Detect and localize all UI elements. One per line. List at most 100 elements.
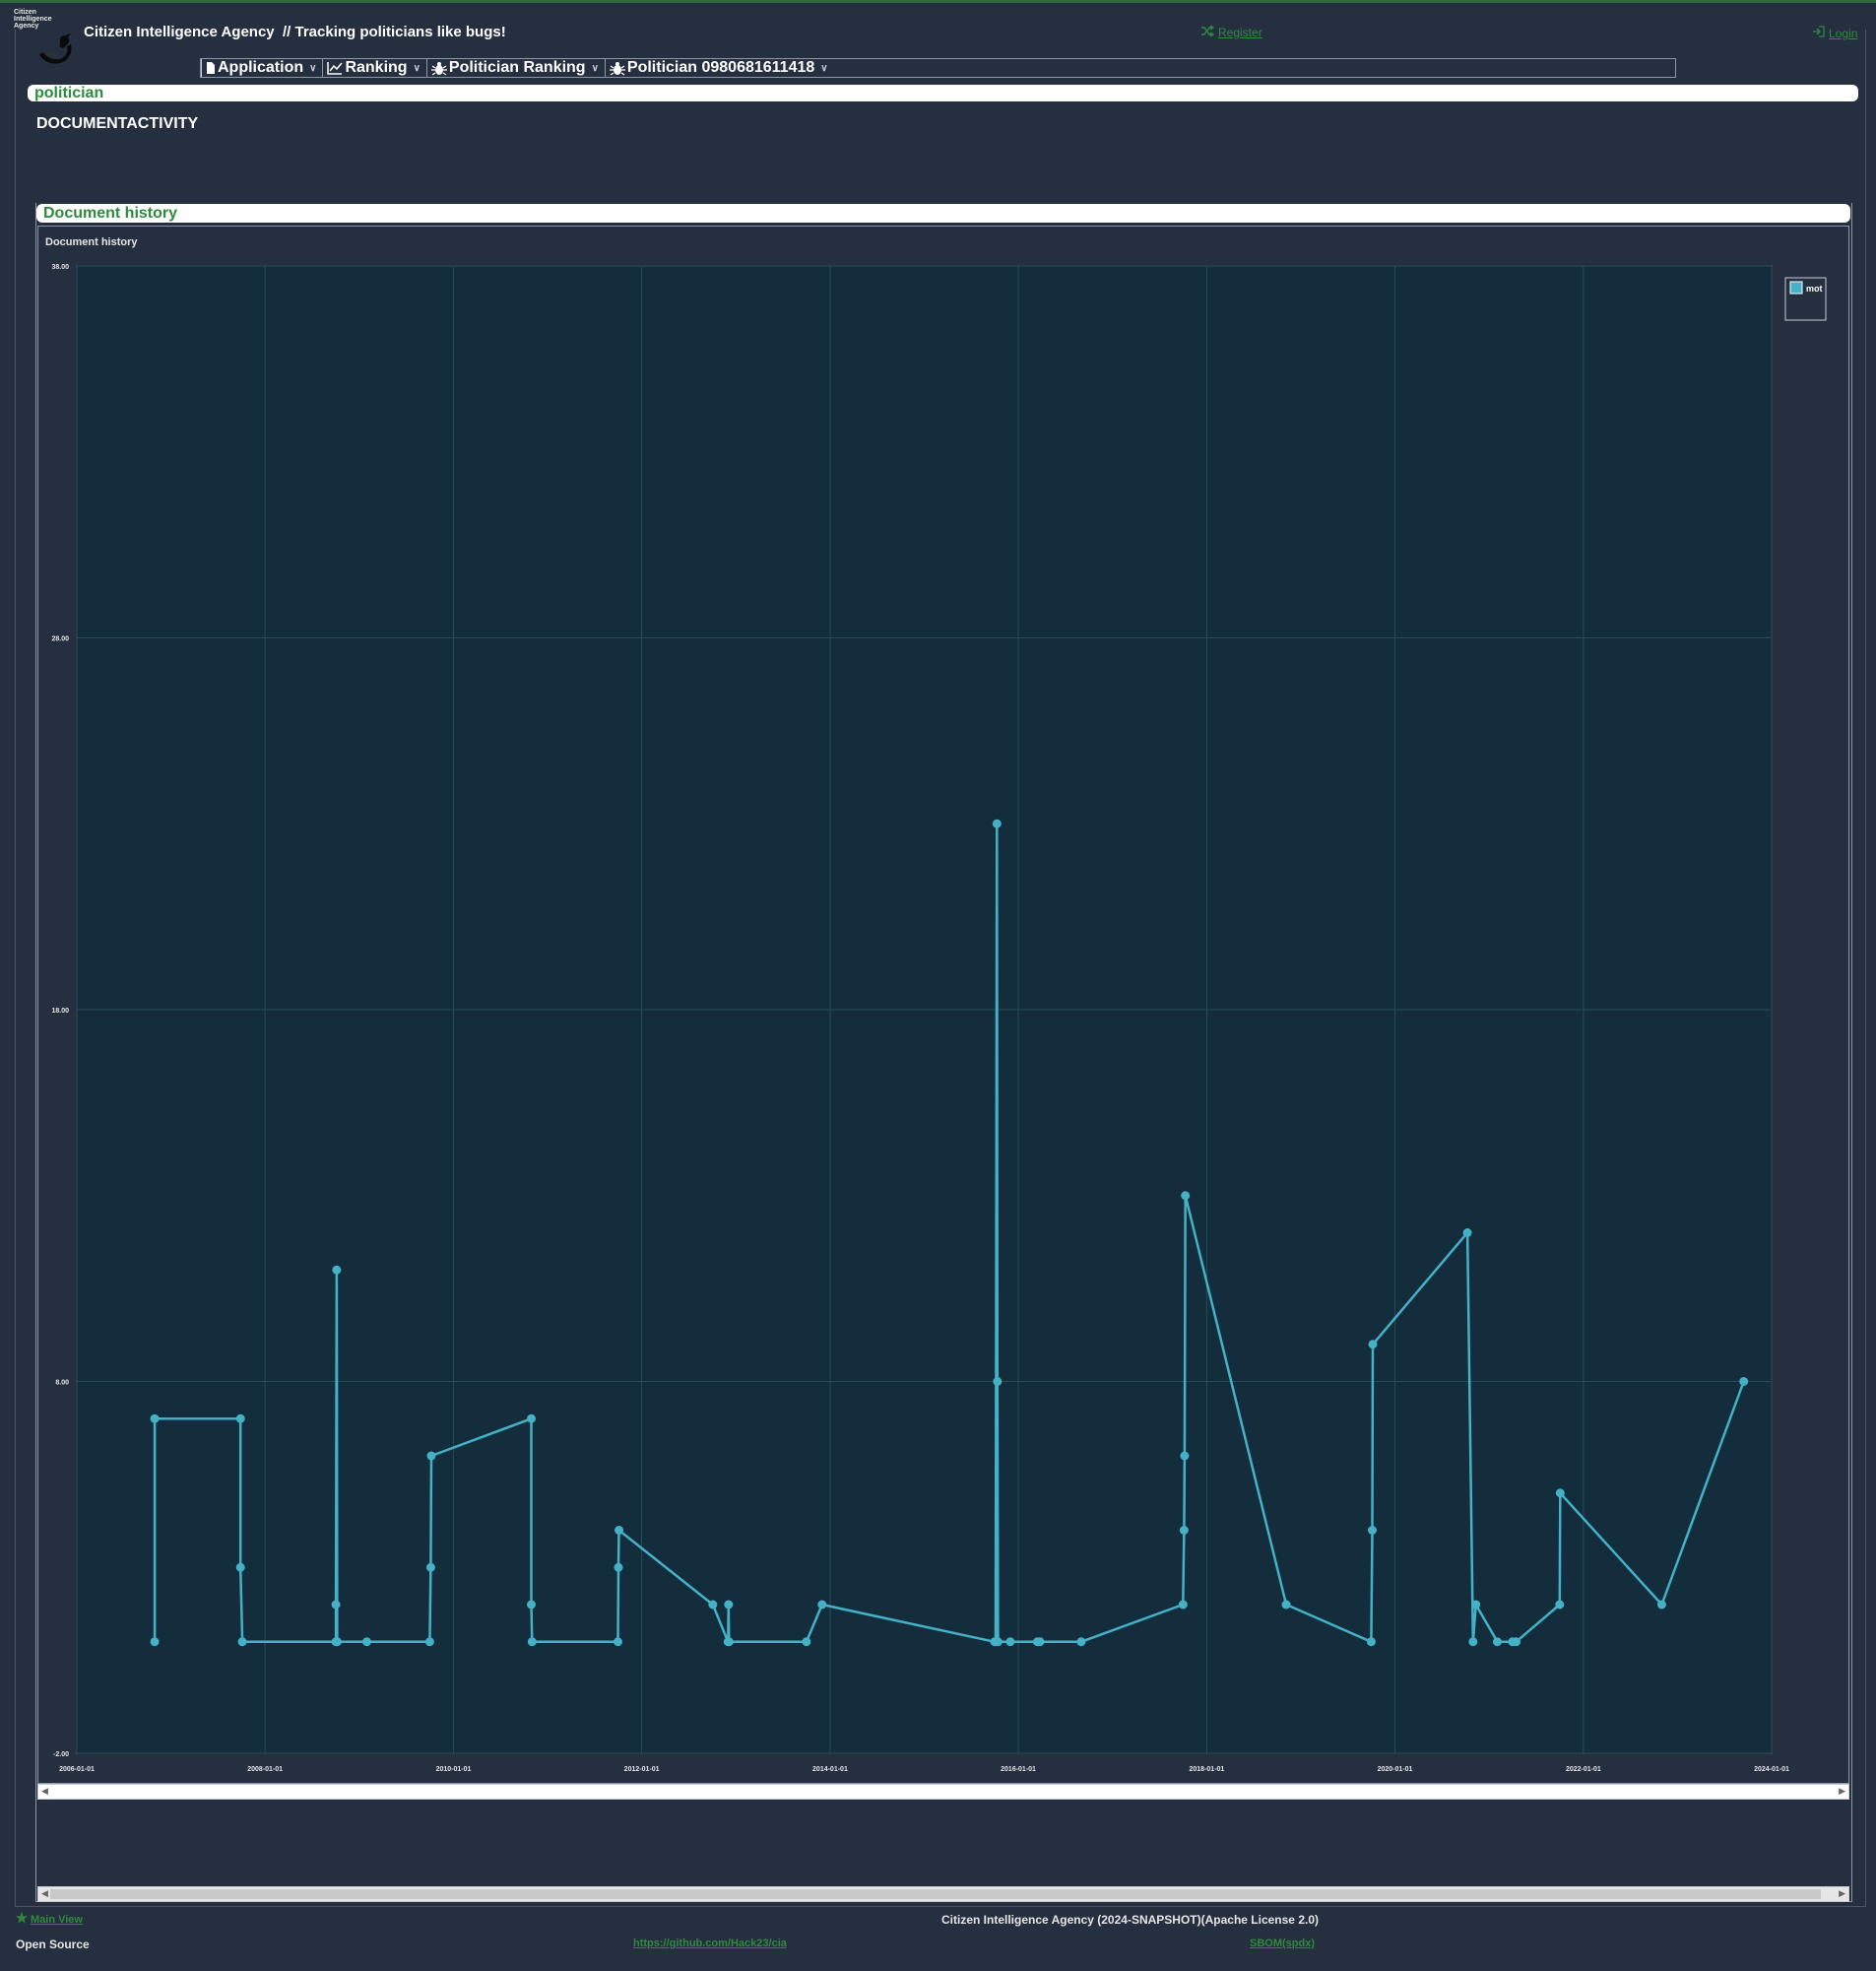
menu-item-label: Politician Ranking [448,59,586,76]
data-point [424,1637,434,1647]
logo-text: Citizen Intelligence Agency [14,9,52,30]
data-point [235,1413,245,1423]
page-horizontal-scrollbar[interactable]: ◀ ▶ [37,1886,1849,1902]
login-label: Login [1829,26,1858,40]
data-point [1178,1600,1188,1610]
panel-caption: Document history [36,204,1850,223]
section-caption: politician [28,85,1858,101]
document-icon [206,61,216,75]
x-tick-label: 2010-01-01 [436,1766,472,1773]
data-point [1179,1526,1189,1535]
bug-icon [430,61,447,76]
data-point [1739,1377,1749,1386]
data-point [1035,1637,1045,1647]
sbom-link[interactable]: SBOM(spdx) [1250,1938,1315,1949]
legend-label: mot [1806,284,1823,294]
data-point [1492,1637,1502,1647]
x-tick-label: 2024-01-01 [1754,1766,1789,1773]
data-point [332,1637,342,1647]
data-point [817,1600,827,1610]
app-title-bar: Citizen Intelligence Agency // Tracking … [84,24,506,40]
chart-container: Document history 2006-01-01 2008-01-01 201… [37,226,1849,1784]
scroll-left-icon[interactable]: ◀ [41,1786,48,1797]
data-point [1462,1228,1472,1237]
github-link[interactable]: https://github.com/Hack23/cia [633,1938,787,1949]
shuffle-icon [1201,25,1215,39]
main-view-link[interactable]: Main View [16,1912,83,1927]
scrollbar-thumb[interactable] [50,1889,1821,1899]
chart-title: Document history [45,236,138,248]
y-tick-label: -2.00 [53,1751,69,1758]
chart-legend: mot [1784,277,1827,321]
x-tick-label: 2008-01-01 [247,1766,283,1773]
y-tick-label: 8.00 [55,1380,69,1387]
data-point [1005,1637,1015,1647]
top-accent-line [0,0,1876,3]
data-point [235,1562,245,1572]
cia-logo[interactable]: Citizen Intelligence Agency [14,9,79,70]
data-point [708,1600,718,1610]
x-tick-label: 2018-01-01 [1190,1766,1225,1773]
data-point [1366,1637,1376,1647]
data-point [1181,1191,1191,1201]
star-icon [16,1912,28,1927]
chart-horizontal-scrollbar[interactable]: ◀ ▶ [37,1784,1849,1800]
menu-item-label: Politician 0980681611418 [626,59,815,76]
menu-item-politician[interactable]: Politician 0980681611418 ∨ [604,59,834,77]
menu-item-label: Ranking [345,59,408,76]
chevron-down-icon: ∨ [820,62,828,74]
scroll-left-icon[interactable]: ◀ [41,1888,48,1899]
y-tick-label: 38.00 [51,264,69,271]
data-point [802,1637,811,1647]
chevron-down-icon: ∨ [591,62,599,74]
data-point [527,1600,537,1610]
main-menu-bar: Application ∨ Ranking ∨ Politician Ranki… [200,58,1676,78]
scroll-right-icon[interactable]: ▶ [1839,1786,1845,1797]
register-label: Register [1218,26,1262,39]
open-source-label: Open Source [16,1938,90,1951]
scroll-right-icon[interactable]: ▶ [1839,1888,1845,1899]
data-point [615,1526,624,1535]
login-link[interactable]: Login [1812,26,1857,40]
menu-item-application[interactable]: Application ∨ [201,59,322,77]
data-point [237,1637,247,1647]
data-point [527,1413,537,1423]
y-tick-label: 28.00 [51,636,69,643]
data-point [1471,1600,1481,1610]
chevron-down-icon: ∨ [309,62,317,74]
data-point [332,1265,342,1275]
data-point [993,1637,1003,1647]
y-tick-label: 18.00 [51,1008,69,1015]
data-point [150,1413,160,1423]
data-point [1468,1637,1478,1647]
footer-copyright: Citizen Intelligence Agency (2024-SNAPSH… [941,1913,1319,1927]
x-tick-label: 2012-01-01 [624,1766,660,1773]
data-point [527,1637,537,1647]
x-tick-label: 2014-01-01 [812,1766,848,1773]
app-title: Citizen Intelligence Agency [84,24,275,40]
data-point [1555,1488,1565,1498]
data-point [1180,1451,1190,1461]
menu-item-ranking[interactable]: Ranking ∨ [322,59,425,77]
data-point [1367,1526,1377,1535]
data-point [724,1600,734,1610]
data-point [1656,1600,1666,1610]
data-point [993,1377,1003,1386]
register-link[interactable]: Register [1201,25,1262,39]
data-point [614,1562,623,1572]
data-point [150,1637,160,1647]
x-tick-label: 2022-01-01 [1566,1766,1601,1773]
app-tagline: // Tracking politicians like bugs! [283,24,506,40]
page-title: DOCUMENTACTIVITY [36,115,199,132]
legend-swatch [1789,281,1803,295]
bug-icon [609,61,625,76]
line-chart-icon [327,61,344,75]
data-point [1076,1637,1086,1647]
menu-item-politician-ranking[interactable]: Politician Ranking ∨ [425,59,605,77]
logo-bird-icon [39,33,72,64]
data-point [992,819,1002,828]
sign-in-icon [1812,26,1825,40]
data-point [1281,1600,1291,1610]
main-view-label: Main View [31,1913,83,1926]
data-point [724,1637,734,1647]
